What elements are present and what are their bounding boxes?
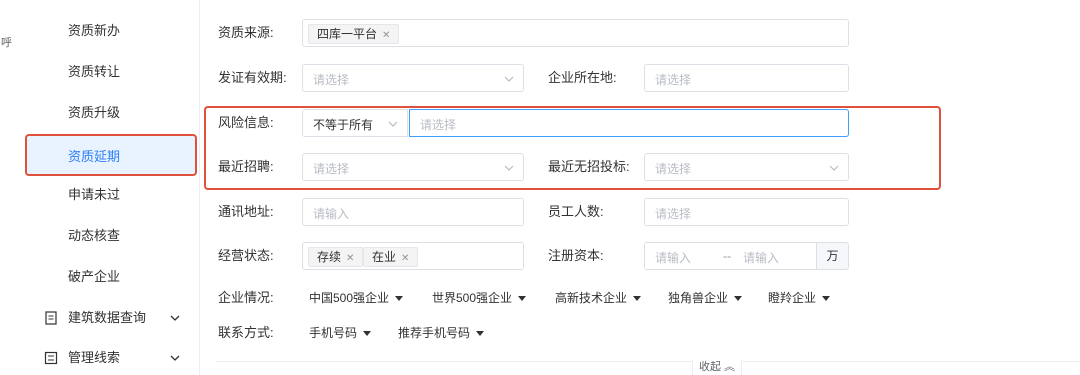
caret-down-icon	[734, 296, 743, 302]
filter-label: 高新技术企业	[555, 291, 628, 305]
filter-high-tech[interactable]: 高新技术企业	[555, 288, 642, 308]
contact-label: 联系方式:	[218, 325, 274, 340]
tag-text: 四库一平台	[317, 27, 378, 41]
capital-max-input[interactable]: 请输入	[743, 249, 779, 266]
close-icon[interactable]: ✕	[346, 253, 354, 264]
no-bid-placeholder: 请选择	[655, 162, 692, 176]
tag-text: 存续	[317, 250, 342, 264]
sidebar-group-label: 管理线索	[68, 350, 121, 365]
risk-label: 风险信息:	[218, 115, 274, 130]
recruit-label: 最近招聘:	[218, 159, 274, 174]
status-tag: 在业 ✕	[363, 247, 419, 267]
risk-operator-value: 不等于所有	[313, 118, 374, 132]
sidebar-group-building-data[interactable]: 建筑数据查询	[44, 308, 180, 328]
validity-select[interactable]: 请选择	[302, 64, 524, 92]
validity-label: 发证有效期:	[218, 70, 287, 85]
sidebar-group-leads[interactable]: 管理线索	[44, 348, 180, 368]
filter-label: 独角兽企业	[668, 291, 729, 305]
caret-down-icon	[395, 296, 404, 302]
sidebar-item-failed[interactable]: 申请未过	[68, 185, 120, 205]
document-icon	[44, 311, 58, 325]
sidebar-item-upgrade[interactable]: 资质升级	[68, 103, 120, 123]
collapse-button[interactable]: 收起 ︽	[692, 359, 742, 375]
status-label: 经营状态:	[218, 248, 274, 263]
no-bid-label: 最近无招投标:	[548, 159, 630, 174]
filter-label: 推荐手机号码	[398, 326, 471, 340]
caret-down-icon	[518, 296, 527, 302]
filter-recommended-mobile[interactable]: 推荐手机号码	[398, 323, 485, 343]
address-input[interactable]: 请输入	[302, 198, 524, 226]
capital-label: 注册资本:	[548, 248, 604, 263]
risk-placeholder: 请选择	[420, 118, 457, 132]
capital-unit: 万	[816, 242, 849, 270]
location-label: 企业所在地:	[548, 70, 617, 85]
source-tag: 四库一平台 ✕	[308, 24, 400, 44]
capital-min-input[interactable]: 请输入	[655, 249, 691, 266]
caret-down-icon	[363, 331, 372, 337]
filter-label: 手机号码	[309, 326, 358, 340]
risk-select[interactable]: 请选择	[409, 109, 849, 137]
chevron-down-icon	[828, 162, 840, 172]
source-label: 资质来源:	[218, 25, 274, 40]
recruit-select[interactable]: 请选择	[302, 153, 524, 181]
tag-text: 在业	[372, 250, 397, 264]
sidebar-divider	[199, 0, 200, 375]
filter-china-500[interactable]: 中国500强企业	[309, 288, 404, 308]
filter-world-500[interactable]: 世界500强企业	[432, 288, 527, 308]
close-icon[interactable]: ✕	[382, 30, 390, 41]
chevron-down-icon	[168, 348, 182, 368]
staff-label: 员工人数:	[548, 204, 604, 219]
list-icon	[44, 351, 58, 365]
left-edge-text: 呼	[1, 37, 12, 49]
situation-label: 企业情况:	[218, 290, 274, 305]
staff-select[interactable]: 请选择	[644, 198, 849, 226]
source-select[interactable]: 四库一平台 ✕	[302, 19, 849, 47]
validity-placeholder: 请选择	[313, 73, 350, 87]
sidebar-group-label: 建筑数据查询	[68, 310, 147, 325]
caret-down-icon	[822, 296, 831, 302]
filter-label: 瞪羚企业	[768, 291, 817, 305]
left-edge-strip: 呼	[0, 0, 24, 375]
chevron-down-icon	[168, 308, 182, 328]
filter-unicorn[interactable]: 独角兽企业	[668, 288, 743, 308]
filter-mobile[interactable]: 手机号码	[309, 323, 372, 343]
caret-down-icon	[633, 296, 642, 302]
sidebar-item-extension[interactable]: 资质延期	[25, 134, 197, 176]
capital-separator: --	[723, 249, 731, 263]
location-select[interactable]: 请选择	[644, 64, 849, 92]
chevron-down-icon	[503, 162, 515, 172]
address-label: 通讯地址:	[218, 204, 274, 219]
filter-label: 世界500强企业	[432, 291, 513, 305]
sidebar-item-new[interactable]: 资质新办	[68, 21, 120, 41]
filter-gazelle[interactable]: 瞪羚企业	[768, 288, 831, 308]
capital-range[interactable]: 请输入 -- 请输入	[644, 242, 817, 270]
staff-placeholder: 请选择	[655, 207, 692, 221]
sidebar-item-bankrupt[interactable]: 破产企业	[68, 267, 120, 287]
risk-operator-select[interactable]: 不等于所有	[302, 109, 408, 137]
status-select[interactable]: 存续 ✕ 在业 ✕	[302, 242, 524, 270]
status-tag: 存续 ✕	[308, 247, 364, 267]
chevron-down-icon	[387, 118, 399, 128]
filter-label: 中国500强企业	[309, 291, 390, 305]
sidebar-item-label: 资质延期	[68, 149, 121, 164]
sidebar-item-transfer[interactable]: 资质转让	[68, 62, 120, 82]
sidebar-item-dynamic-check[interactable]: 动态核查	[68, 226, 120, 246]
address-placeholder: 请输入	[313, 207, 350, 221]
location-placeholder: 请选择	[655, 73, 692, 87]
collapse-divider	[216, 361, 1080, 362]
sidebar: 资质新办 资质转让 资质升级 资质延期 申请未过 动态核查 破产企业 建筑数据查…	[24, 0, 199, 375]
chevron-down-icon	[503, 73, 515, 83]
no-bid-select[interactable]: 请选择	[644, 153, 849, 181]
recruit-placeholder: 请选择	[313, 162, 350, 176]
caret-down-icon	[476, 331, 485, 337]
double-chevron-up-icon: ︽	[724, 361, 736, 373]
collapse-label: 收起	[698, 361, 721, 373]
close-icon[interactable]: ✕	[401, 253, 409, 264]
